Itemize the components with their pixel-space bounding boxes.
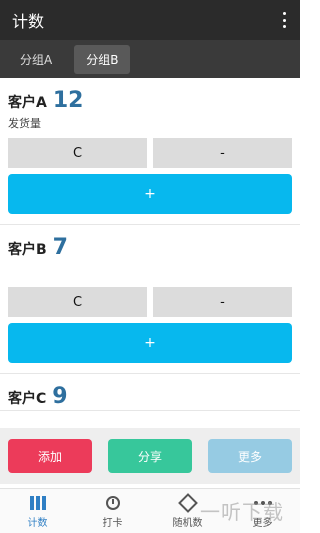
group-tabs: 分组A 分组B	[0, 40, 300, 78]
customer-name: 客户A	[8, 95, 47, 111]
nav-item-count[interactable]: 计数	[0, 489, 75, 533]
counter-value: 12	[52, 88, 84, 113]
add-button[interactable]: 添加	[8, 439, 92, 473]
clear-button[interactable]: C	[8, 287, 147, 317]
action-bar: 添加 分享 更多	[0, 428, 300, 484]
overflow-menu-icon[interactable]	[282, 12, 286, 28]
counter-list[interactable]: 客户A 12 发货量 C - + 客户B 7 C - + 客户C 9	[0, 78, 300, 428]
increment-button[interactable]: +	[8, 323, 292, 363]
decrement-button[interactable]: -	[153, 287, 292, 317]
counter-card: 客户B 7 C - +	[0, 225, 300, 374]
counter-subtitle: 发货量	[8, 117, 41, 130]
nav-label: 计数	[27, 517, 48, 529]
nav-item-checkin[interactable]: 打卡	[75, 489, 150, 533]
customer-name: 客户B	[8, 242, 47, 258]
app-title: 计数	[12, 12, 45, 31]
tab-group-b[interactable]: 分组B	[74, 44, 131, 74]
counter-value: 7	[52, 235, 68, 260]
counter-card: 客户A 12 发货量 C - +	[0, 78, 300, 225]
decrement-button[interactable]: -	[153, 138, 292, 168]
alarm-clock-icon	[105, 494, 120, 512]
bars-icon	[29, 494, 46, 512]
nav-label: 打卡	[102, 517, 123, 529]
more-button[interactable]: 更多	[208, 439, 292, 473]
counter-value: 9	[52, 384, 68, 409]
app-bar: 计数	[0, 0, 300, 40]
watermark: 一听下载	[200, 500, 284, 524]
clear-button[interactable]: C	[8, 138, 147, 168]
increment-button[interactable]: +	[8, 174, 292, 214]
counter-subtitle	[8, 261, 292, 283]
share-button[interactable]: 分享	[108, 439, 192, 473]
cube-icon	[177, 492, 198, 513]
counter-card: 客户C 9	[0, 374, 300, 411]
tab-group-a[interactable]: 分组A	[8, 45, 64, 74]
nav-label: 随机数	[172, 517, 203, 529]
customer-name: 客户C	[8, 391, 47, 407]
